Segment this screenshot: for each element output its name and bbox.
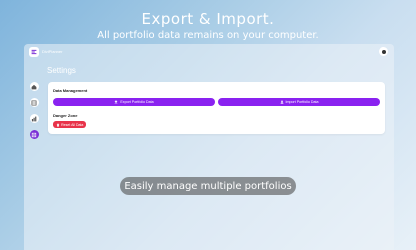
reset-all-data-button[interactable]: Reset All Data <box>53 121 86 128</box>
import-portfolio-label: Import Portfolio Data <box>285 100 319 104</box>
sidebar-item-chart[interactable] <box>29 114 39 123</box>
app-logo-icon <box>29 46 39 57</box>
sidebar-item-settings[interactable] <box>29 130 39 139</box>
home-icon <box>31 84 37 89</box>
app-window: DiviPlanner Settings Data Management Exp… <box>24 44 394 250</box>
top-bar: DiviPlanner <box>24 44 394 59</box>
sidebar-item-table[interactable] <box>29 98 39 107</box>
export-portfolio-label: Export Portfolio Data <box>120 100 154 104</box>
danger-zone-label: Danger Zone <box>53 113 78 118</box>
table-icon <box>31 100 37 105</box>
settings-card: Data Management Export Portfolio Data Im… <box>48 82 385 134</box>
data-management-label: Data Management <box>53 88 88 93</box>
settings-icon <box>31 132 37 137</box>
hero-title: Export & Import. <box>141 10 275 28</box>
import-portfolio-button[interactable]: Import Portfolio Data <box>218 98 380 106</box>
chart-icon <box>31 116 37 121</box>
app-name: DiviPlanner <box>42 49 63 54</box>
sidebar-item-home[interactable] <box>29 82 39 91</box>
theme-toggle-button[interactable] <box>379 47 388 56</box>
feature-caption: Easily manage multiple portfolios <box>120 177 296 195</box>
trash-icon <box>56 123 59 127</box>
reset-all-data-label: Reset All Data <box>61 122 84 127</box>
export-portfolio-button[interactable]: Export Portfolio Data <box>53 98 215 106</box>
page-title: Settings <box>47 66 76 75</box>
sidebar <box>28 82 40 139</box>
person-icon <box>280 100 283 104</box>
upload-icon <box>114 100 118 104</box>
hero-subtitle: All portfolio data remains on your compu… <box>97 30 319 41</box>
